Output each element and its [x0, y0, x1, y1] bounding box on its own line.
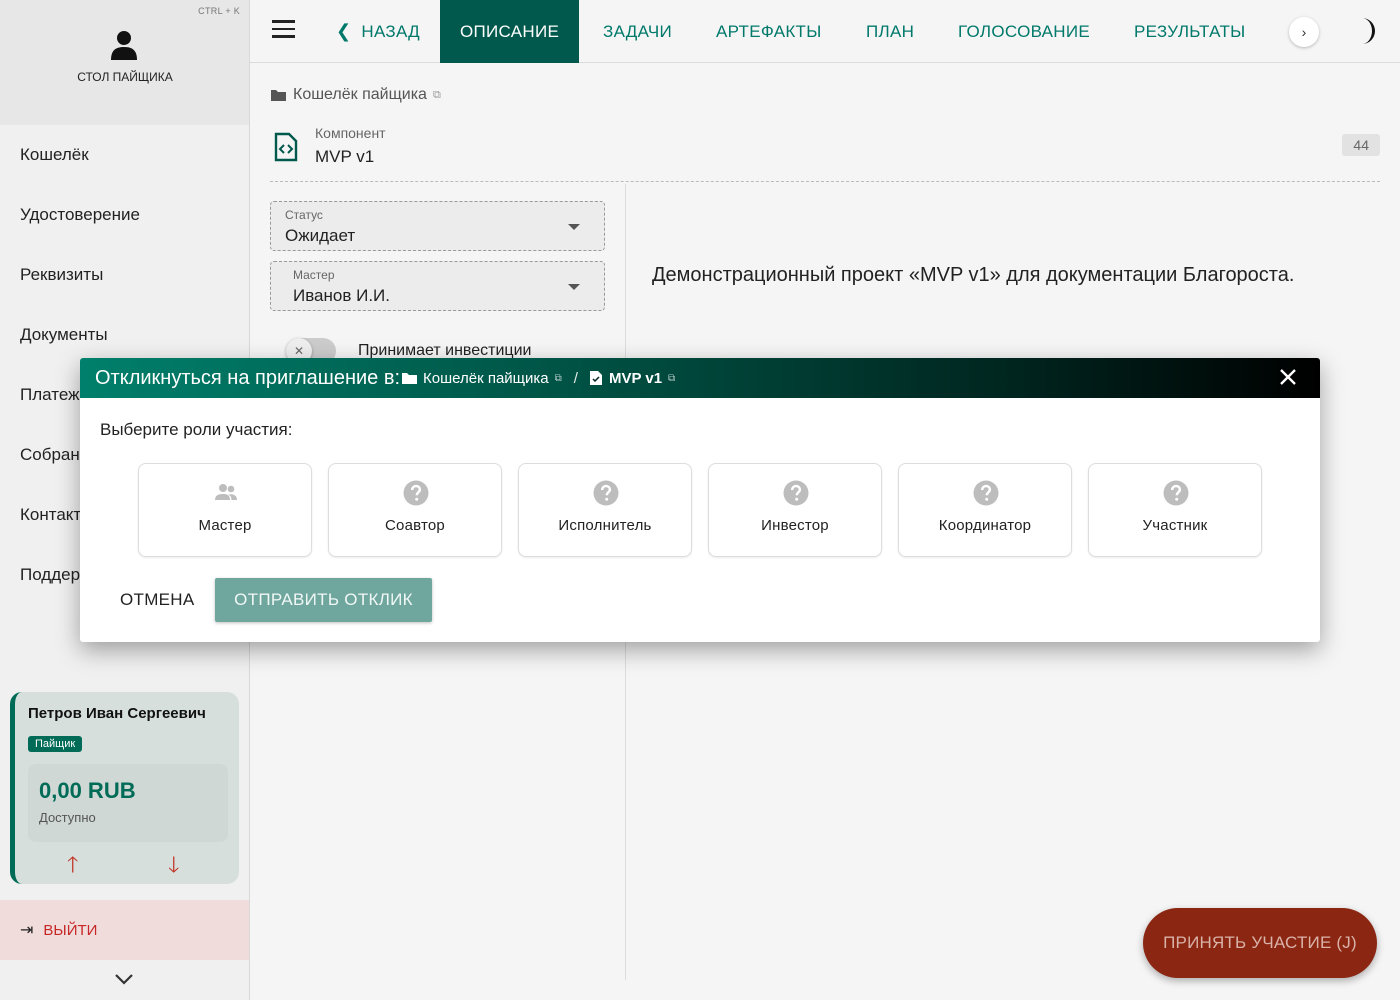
role-coordinator[interactable]: Координатор [898, 463, 1072, 557]
dialog-breadcrumb: Кошелёк пайщика ⧉ / MVP v1 ⧉ [402, 370, 675, 387]
role-label: Соавтор [385, 517, 445, 534]
question-icon [593, 480, 619, 506]
role-label: Координатор [938, 517, 1032, 534]
question-icon [783, 480, 809, 506]
external-link-icon: ⧉ [554, 372, 562, 384]
cancel-button[interactable]: ОТМЕНА [104, 578, 211, 622]
role-coauthor[interactable]: Соавтор [328, 463, 502, 557]
role-label: Исполнитель [558, 517, 652, 534]
close-icon[interactable] [1278, 367, 1298, 387]
people-icon [215, 484, 237, 500]
dialog-header: Откликнуться на приглашение в: Кошелёк п… [80, 358, 1320, 398]
crumb-separator: / [573, 369, 578, 387]
role-master[interactable]: Мастер [138, 463, 312, 557]
dialog-crumb-project[interactable]: Кошелёк пайщика [423, 370, 549, 387]
question-icon [1163, 480, 1189, 506]
submit-response-button[interactable]: ОТПРАВИТЬ ОТКЛИК [215, 578, 432, 622]
role-label: Мастер [198, 517, 252, 534]
role-label: Участник [1142, 517, 1208, 534]
question-icon [403, 480, 429, 506]
dialog-prompt: Выберите роли участия: [100, 420, 293, 439]
role-investor[interactable]: Инвестор [708, 463, 882, 557]
role-executor[interactable]: Исполнитель [518, 463, 692, 557]
invitation-dialog: Откликнуться на приглашение в: Кошелёк п… [80, 358, 1320, 642]
external-link-icon: ⧉ [668, 372, 676, 384]
dialog-title: Откликнуться на приглашение в: [95, 366, 401, 389]
folder-icon [402, 373, 418, 384]
role-participant[interactable]: Участник [1088, 463, 1262, 557]
question-icon [973, 480, 999, 506]
file-check-icon [589, 371, 602, 385]
dialog-crumb-component[interactable]: MVP v1 [609, 370, 662, 387]
role-label: Инвестор [761, 517, 829, 534]
role-options: Мастер Соавтор Исполнитель Инвестор Коор… [138, 463, 1278, 557]
